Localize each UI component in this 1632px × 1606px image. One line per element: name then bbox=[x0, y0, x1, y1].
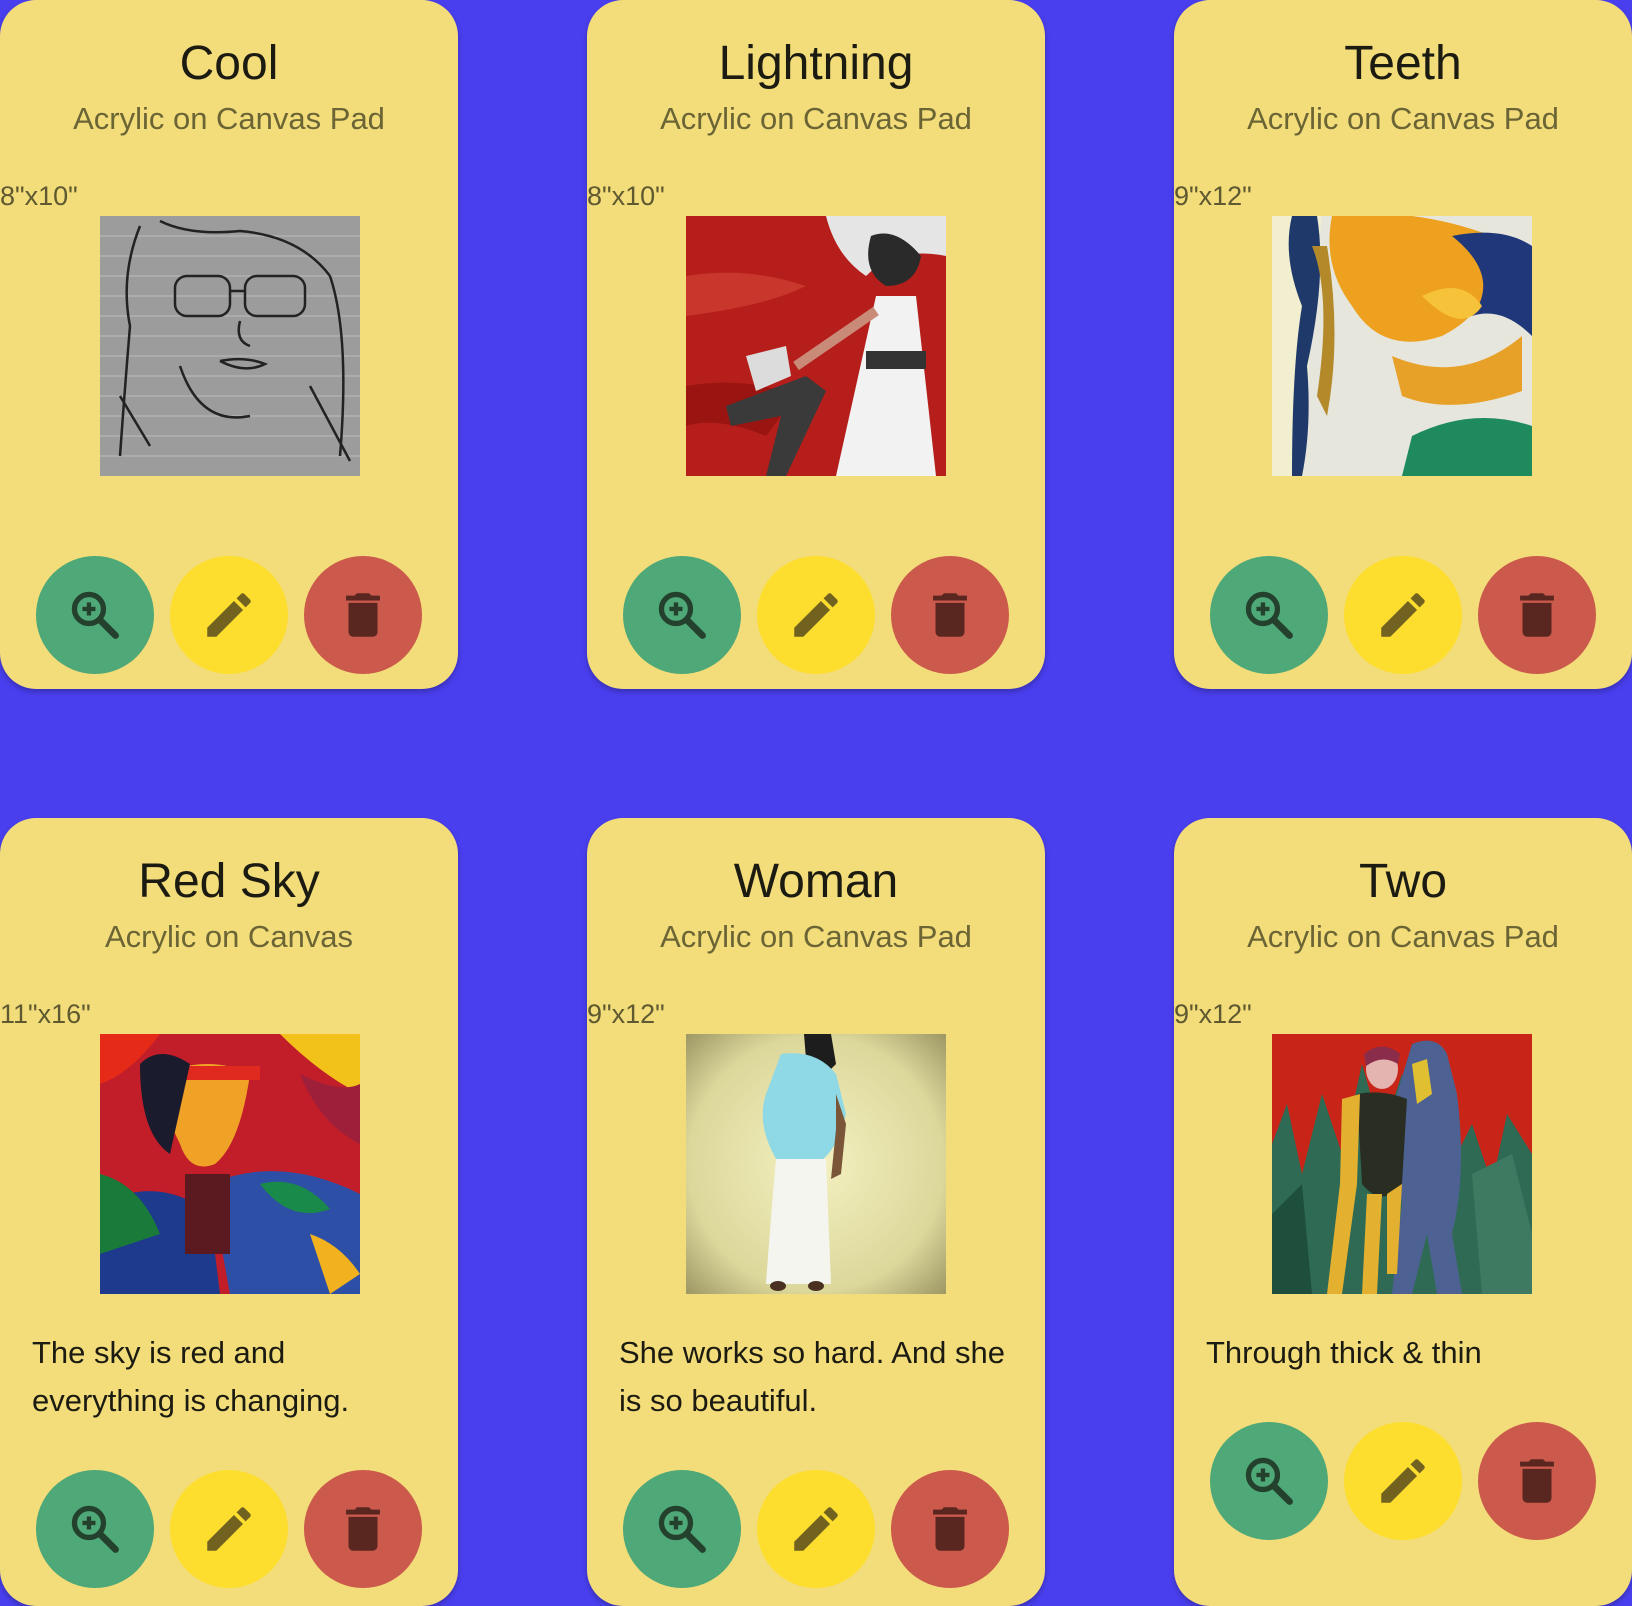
painting-card: Red Sky Acrylic on Canvas 11"x16" The sk… bbox=[0, 818, 458, 1606]
view-button[interactable] bbox=[1210, 556, 1328, 674]
delete-button[interactable] bbox=[891, 1470, 1009, 1588]
zoom-in-icon bbox=[66, 586, 124, 644]
pencil-icon bbox=[200, 1500, 258, 1558]
delete-button[interactable] bbox=[1478, 1422, 1596, 1540]
painting-medium: Acrylic on Canvas bbox=[104, 919, 354, 954]
painting-card: Cool Acrylic on Canvas Pad 8"x10" bbox=[0, 0, 458, 689]
painting-card: Woman Acrylic on Canvas Pad 9"x12" She w… bbox=[587, 818, 1045, 1606]
painting-size: 8"x10" bbox=[0, 181, 78, 211]
painting-medium: Acrylic on Canvas Pad bbox=[1247, 101, 1559, 136]
painting-card: Teeth Acrylic on Canvas Pad 9"x12" bbox=[1174, 0, 1632, 689]
delete-button[interactable] bbox=[891, 556, 1009, 674]
painting-description: She works so hard. And she is so beautif… bbox=[619, 1335, 1006, 1418]
view-button[interactable] bbox=[623, 556, 741, 674]
edit-button[interactable] bbox=[1344, 1422, 1462, 1540]
pencil-icon bbox=[787, 1500, 845, 1558]
view-button[interactable] bbox=[623, 1470, 741, 1588]
painting-size: 11"x16" bbox=[0, 999, 91, 1029]
painting-title: Two bbox=[1358, 855, 1448, 908]
zoom-in-icon bbox=[1240, 1452, 1298, 1510]
zoom-in-icon bbox=[653, 1500, 711, 1558]
trash-icon bbox=[334, 586, 392, 644]
view-button[interactable] bbox=[36, 1470, 154, 1588]
painting-image bbox=[1272, 216, 1532, 476]
zoom-in-icon bbox=[1240, 586, 1298, 644]
pencil-icon bbox=[200, 586, 258, 644]
edit-button[interactable] bbox=[170, 556, 288, 674]
delete-button[interactable] bbox=[304, 1470, 422, 1588]
zoom-in-icon bbox=[66, 1500, 124, 1558]
edit-button[interactable] bbox=[170, 1470, 288, 1588]
painting-size: 9"x12" bbox=[1174, 999, 1252, 1029]
edit-button[interactable] bbox=[757, 1470, 875, 1588]
pencil-icon bbox=[1374, 586, 1432, 644]
painting-medium: Acrylic on Canvas Pad bbox=[1247, 919, 1559, 954]
painting-description: The sky is red and everything is changin… bbox=[32, 1335, 350, 1418]
trash-icon bbox=[1508, 586, 1566, 644]
edit-button[interactable] bbox=[1344, 556, 1462, 674]
painting-description: Through thick & thin bbox=[1206, 1335, 1482, 1370]
painting-medium: Acrylic on Canvas Pad bbox=[73, 101, 385, 136]
trash-icon bbox=[334, 1500, 392, 1558]
edit-button[interactable] bbox=[757, 556, 875, 674]
painting-title: Woman bbox=[733, 855, 899, 908]
painting-size: 9"x12" bbox=[587, 999, 665, 1029]
view-button[interactable] bbox=[36, 556, 154, 674]
delete-button[interactable] bbox=[304, 556, 422, 674]
painting-card: Lightning Acrylic on Canvas Pad 8"x10" bbox=[587, 0, 1045, 689]
pencil-icon bbox=[787, 586, 845, 644]
painting-title: Teeth bbox=[1344, 37, 1462, 90]
delete-button[interactable] bbox=[1478, 556, 1596, 674]
painting-size: 9"x12" bbox=[1174, 181, 1252, 211]
trash-icon bbox=[1508, 1452, 1566, 1510]
painting-image bbox=[686, 1034, 946, 1294]
painting-image bbox=[1272, 1034, 1532, 1294]
painting-image bbox=[100, 1034, 360, 1294]
painting-medium: Acrylic on Canvas Pad bbox=[660, 101, 972, 136]
painting-title: Lightning bbox=[718, 37, 914, 90]
view-button[interactable] bbox=[1210, 1422, 1328, 1540]
painting-size: 8"x10" bbox=[587, 181, 665, 211]
pencil-icon bbox=[1374, 1452, 1432, 1510]
painting-image bbox=[100, 216, 360, 476]
trash-icon bbox=[921, 586, 979, 644]
painting-title: Red Sky bbox=[138, 855, 320, 908]
painting-card: Two Acrylic on Canvas Pad 9"x12" Through… bbox=[1174, 818, 1632, 1606]
trash-icon bbox=[921, 1500, 979, 1558]
painting-medium: Acrylic on Canvas Pad bbox=[660, 919, 972, 954]
painting-title: Cool bbox=[179, 37, 279, 90]
zoom-in-icon bbox=[653, 586, 711, 644]
painting-image bbox=[686, 216, 946, 476]
